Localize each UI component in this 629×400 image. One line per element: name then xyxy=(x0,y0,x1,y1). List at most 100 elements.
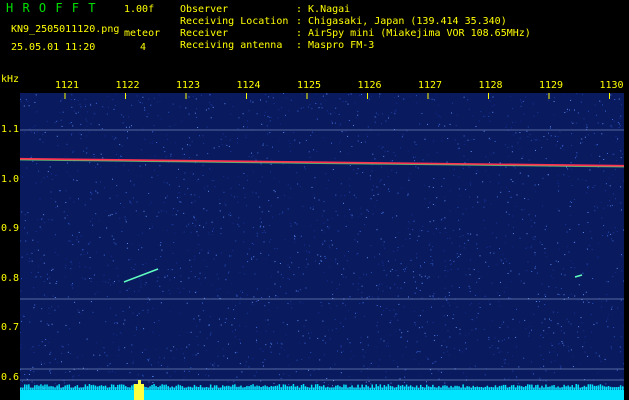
noise-speck xyxy=(561,341,563,342)
noise-speck xyxy=(259,226,261,228)
noise-speck xyxy=(30,370,32,372)
noise-speck xyxy=(202,135,204,137)
noise-speck xyxy=(478,278,480,279)
noise-speck xyxy=(274,248,276,250)
noise-speck xyxy=(72,151,74,153)
noise-speck xyxy=(432,260,434,261)
noise-speck xyxy=(603,207,605,209)
noise-floor-spike xyxy=(129,387,131,390)
noise-speck xyxy=(560,147,562,149)
noise-speck xyxy=(349,209,351,211)
noise-speck xyxy=(618,98,620,100)
noise-speck xyxy=(449,237,451,239)
noise-speck xyxy=(609,185,611,187)
noise-speck xyxy=(469,287,471,289)
noise-speck xyxy=(471,329,473,331)
noise-floor-spike xyxy=(167,386,169,390)
noise-speck xyxy=(256,330,258,332)
noise-speck xyxy=(324,256,326,258)
noise-speck xyxy=(67,296,69,298)
noise-speck xyxy=(504,362,506,364)
noise-floor-spike xyxy=(228,385,230,390)
noise-speck xyxy=(457,148,459,150)
noise-speck xyxy=(209,101,210,103)
noise-speck xyxy=(399,329,401,331)
noise-speck xyxy=(441,357,442,358)
noise-speck xyxy=(389,322,391,324)
noise-speck xyxy=(366,209,368,211)
noise-speck xyxy=(253,296,255,298)
noise-speck xyxy=(260,221,262,223)
noise-speck xyxy=(204,187,206,189)
noise-speck xyxy=(169,279,171,281)
noise-speck xyxy=(264,359,266,361)
noise-floor-spike xyxy=(80,387,83,390)
noise-speck xyxy=(108,106,109,108)
noise-speck xyxy=(376,186,378,188)
noise-speck xyxy=(295,290,297,292)
noise-floor-spike xyxy=(226,385,228,390)
noise-speck xyxy=(600,201,602,203)
noise-speck xyxy=(191,141,193,143)
noise-speck xyxy=(112,260,114,262)
noise-speck xyxy=(357,233,359,235)
noise-floor-spike xyxy=(430,386,432,390)
noise-speck xyxy=(24,220,26,222)
noise-speck xyxy=(93,112,95,114)
noise-speck xyxy=(619,117,621,119)
noise-speck xyxy=(49,362,51,364)
noise-speck xyxy=(202,175,204,176)
noise-speck xyxy=(103,254,105,256)
noise-speck xyxy=(262,232,264,234)
noise-speck xyxy=(48,341,50,343)
noise-speck xyxy=(516,346,518,348)
noise-floor-spike xyxy=(349,386,351,390)
noise-speck xyxy=(554,135,556,137)
noise-speck xyxy=(424,332,426,334)
noise-speck xyxy=(490,153,492,155)
noise-speck xyxy=(479,307,481,308)
noise-speck xyxy=(98,124,100,126)
noise-speck xyxy=(62,346,64,348)
noise-speck xyxy=(508,191,510,192)
noise-speck xyxy=(433,233,435,235)
noise-speck xyxy=(291,307,293,309)
noise-speck xyxy=(67,162,68,164)
noise-speck xyxy=(313,206,314,208)
noise-speck xyxy=(167,138,169,140)
noise-floor-spike xyxy=(213,385,216,390)
noise-speck xyxy=(243,222,245,224)
noise-floor-spike xyxy=(131,385,133,390)
noise-speck xyxy=(476,169,478,171)
noise-speck xyxy=(89,220,91,222)
noise-speck xyxy=(493,252,495,254)
noise-speck xyxy=(259,217,261,219)
noise-floor-spike xyxy=(573,387,575,390)
noise-speck xyxy=(113,238,115,240)
noise-speck xyxy=(404,381,405,383)
noise-speck xyxy=(416,257,418,259)
noise-speck xyxy=(564,254,566,256)
noise-speck xyxy=(349,296,351,298)
noise-speck xyxy=(160,302,162,304)
noise-speck xyxy=(159,165,161,167)
noise-speck xyxy=(52,295,54,297)
noise-speck xyxy=(279,213,281,215)
noise-speck xyxy=(25,99,27,101)
noise-speck xyxy=(66,215,68,216)
noise-speck xyxy=(220,233,222,235)
noise-speck xyxy=(206,266,208,267)
noise-speck xyxy=(86,125,88,127)
noise-speck xyxy=(164,381,166,383)
noise-speck xyxy=(194,291,196,293)
noise-speck xyxy=(99,354,101,356)
noise-speck xyxy=(383,241,385,243)
noise-speck xyxy=(452,102,454,104)
noise-floor-spike xyxy=(422,387,424,390)
noise-speck xyxy=(600,360,602,362)
noise-speck xyxy=(456,114,458,116)
noise-speck xyxy=(153,322,155,323)
noise-floor-spike xyxy=(424,387,426,390)
noise-speck xyxy=(584,336,586,338)
noise-floor-spike xyxy=(593,385,596,390)
